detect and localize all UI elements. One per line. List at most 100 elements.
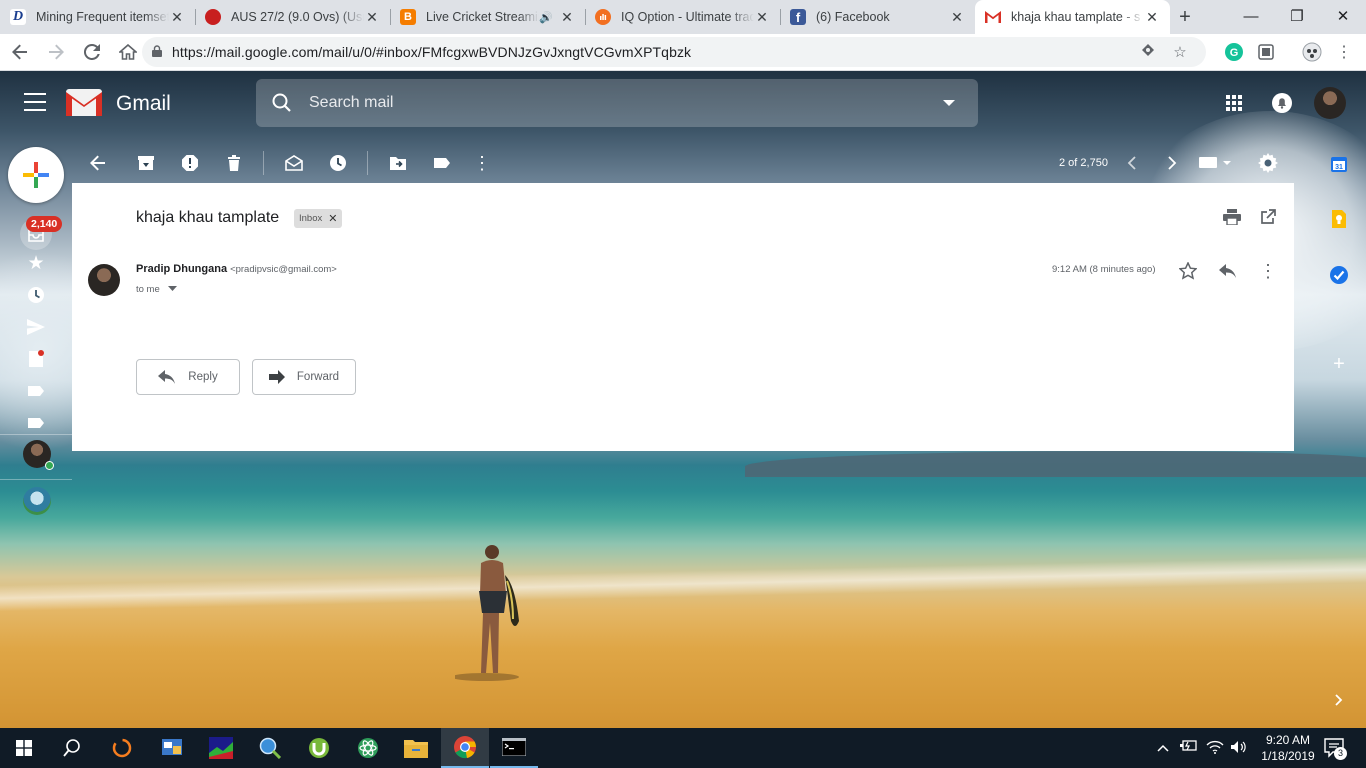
input-tools-keyboard-icon[interactable] bbox=[1198, 149, 1232, 177]
browser-toolbar: https://mail.google.com/mail/u/0/#inbox/… bbox=[0, 34, 1366, 71]
taskbar-app-icon[interactable] bbox=[148, 728, 196, 768]
extension-icon[interactable] bbox=[1256, 42, 1276, 62]
compose-button[interactable] bbox=[8, 147, 64, 203]
print-icon[interactable] bbox=[1222, 207, 1242, 227]
file-explorer-icon[interactable] bbox=[392, 728, 440, 768]
account-avatar[interactable] bbox=[1314, 87, 1346, 119]
close-icon[interactable]: ✕ bbox=[754, 9, 770, 26]
grammarly-icon[interactable]: G bbox=[1224, 42, 1244, 62]
delete-icon[interactable] bbox=[220, 149, 248, 177]
browser-tab[interactable]: B Live Cricket Streaming 🔊 ✕ bbox=[390, 0, 585, 34]
taskbar-app-icon[interactable] bbox=[197, 728, 245, 768]
close-icon[interactable]: ✕ bbox=[169, 9, 185, 26]
reply-icon[interactable] bbox=[1218, 261, 1238, 281]
label-icon[interactable] bbox=[428, 149, 456, 177]
browser-tab[interactable]: AUS 27/2 (9.0 Ovs) (Usman ✕ bbox=[195, 0, 390, 34]
minimize-icon[interactable]: — bbox=[1228, 0, 1274, 32]
taskbar-search-icon[interactable] bbox=[48, 728, 96, 768]
move-to-icon[interactable] bbox=[384, 149, 412, 177]
forward-icon bbox=[268, 370, 285, 384]
get-addons-plus-icon[interactable]: + bbox=[1325, 350, 1353, 378]
expand-panel-chevron-icon[interactable] bbox=[1325, 686, 1353, 714]
label-icon[interactable] bbox=[24, 411, 48, 435]
browser-tab[interactable]: D Mining Frequent itemsets ✕ bbox=[0, 0, 195, 34]
browser-tab[interactable]: f (6) Facebook ✕ bbox=[780, 0, 975, 34]
gmail-logo-icon[interactable] bbox=[66, 89, 102, 116]
command-prompt-icon[interactable] bbox=[490, 728, 538, 768]
start-windows-icon[interactable] bbox=[0, 728, 48, 768]
keep-icon[interactable] bbox=[1325, 205, 1353, 233]
bookmark-star-icon[interactable]: ☆ bbox=[1164, 43, 1196, 61]
new-tab-button[interactable]: + bbox=[1170, 0, 1200, 34]
apps-grid-icon[interactable] bbox=[1222, 91, 1246, 115]
chrome-taskbar-icon[interactable] bbox=[441, 728, 489, 768]
chevron-down-icon[interactable] bbox=[168, 286, 178, 292]
mark-unread-icon[interactable] bbox=[280, 149, 308, 177]
label-icon[interactable] bbox=[24, 379, 48, 403]
reload-icon[interactable] bbox=[76, 36, 108, 68]
speaker-icon[interactable]: 🔊 bbox=[539, 11, 553, 24]
calendar-icon[interactable]: 31 bbox=[1325, 150, 1353, 178]
taskbar-app-icon[interactable] bbox=[246, 728, 294, 768]
back-icon[interactable] bbox=[4, 36, 36, 68]
wifi-icon[interactable] bbox=[1206, 740, 1224, 757]
open-in-new-window-icon[interactable] bbox=[1258, 207, 1278, 227]
sender-name[interactable]: Pradip Dhungana bbox=[136, 263, 227, 275]
remove-label-icon[interactable]: ✕ bbox=[328, 212, 337, 225]
browser-tab-active[interactable]: khaja khau tamplate - s ✕ bbox=[975, 0, 1170, 34]
online-status-dot bbox=[45, 461, 54, 470]
back-to-inbox-icon[interactable] bbox=[84, 149, 112, 177]
search-icon[interactable] bbox=[256, 93, 304, 113]
atom-editor-icon[interactable] bbox=[344, 728, 392, 768]
tab-strip: D Mining Frequent itemsets ✕ AUS 27/2 (9… bbox=[0, 0, 1366, 34]
battery-icon[interactable] bbox=[1180, 740, 1198, 755]
svg-text:G: G bbox=[1230, 47, 1239, 59]
sender-avatar[interactable] bbox=[88, 264, 120, 296]
close-icon[interactable]: ✕ bbox=[364, 9, 380, 26]
star-icon[interactable] bbox=[1178, 261, 1198, 281]
snoozed-icon[interactable] bbox=[24, 283, 48, 307]
newer-message-icon[interactable] bbox=[1118, 149, 1146, 177]
volume-icon[interactable] bbox=[1230, 740, 1248, 757]
close-window-icon[interactable]: ✕ bbox=[1320, 0, 1366, 32]
close-icon[interactable]: ✕ bbox=[949, 9, 965, 26]
starred-icon[interactable]: ★ bbox=[24, 251, 48, 275]
taskbar-app-icon[interactable] bbox=[98, 728, 146, 768]
more-actions-icon[interactable]: ⋮ bbox=[468, 149, 496, 177]
show-hidden-icons-icon[interactable] bbox=[1157, 740, 1169, 755]
extension-eye-icon[interactable] bbox=[1132, 43, 1164, 61]
address-bar[interactable]: https://mail.google.com/mail/u/0/#inbox/… bbox=[142, 37, 1206, 67]
settings-gear-icon[interactable] bbox=[1254, 149, 1282, 177]
forward-icon[interactable] bbox=[40, 36, 72, 68]
reply-button[interactable]: Reply bbox=[136, 359, 240, 395]
inbox-label-chip[interactable]: Inbox ✕ bbox=[294, 209, 343, 228]
notifications-bell-icon[interactable] bbox=[1270, 91, 1294, 115]
main-menu-icon[interactable] bbox=[24, 93, 46, 111]
search-input[interactable] bbox=[309, 94, 909, 112]
recipients-toggle[interactable]: to me bbox=[136, 284, 178, 295]
report-spam-icon[interactable] bbox=[176, 149, 204, 177]
browser-tab[interactable]: IQ Option - Ultimate trading ✕ bbox=[585, 0, 780, 34]
message-more-icon[interactable]: ⋮ bbox=[1258, 261, 1278, 281]
profile-avatar-icon[interactable] bbox=[1302, 42, 1322, 62]
lock-icon[interactable] bbox=[152, 44, 172, 60]
forward-button[interactable]: Forward bbox=[252, 359, 356, 395]
sent-icon[interactable] bbox=[24, 315, 48, 339]
drafts-icon[interactable] bbox=[24, 347, 48, 371]
search-bar[interactable] bbox=[256, 79, 978, 127]
close-icon[interactable]: ✕ bbox=[1144, 9, 1160, 26]
close-icon[interactable]: ✕ bbox=[559, 9, 575, 26]
snooze-icon[interactable] bbox=[324, 149, 352, 177]
tasks-icon[interactable] bbox=[1325, 261, 1353, 289]
hangouts-contact-avatar[interactable] bbox=[23, 487, 51, 515]
search-options-icon[interactable] bbox=[942, 99, 956, 107]
system-clock[interactable]: 9:20 AM 1/18/2019 bbox=[1256, 732, 1320, 764]
archive-icon[interactable] bbox=[132, 149, 160, 177]
chrome-menu-icon[interactable]: ⋮ bbox=[1334, 42, 1354, 62]
url-text[interactable]: https://mail.google.com/mail/u/0/#inbox/… bbox=[172, 44, 1132, 60]
utorrent-icon[interactable] bbox=[295, 728, 343, 768]
home-icon[interactable] bbox=[112, 36, 144, 68]
older-message-icon[interactable] bbox=[1158, 149, 1186, 177]
compose-plus-icon bbox=[23, 162, 49, 188]
maximize-icon[interactable]: ❐ bbox=[1274, 0, 1320, 32]
